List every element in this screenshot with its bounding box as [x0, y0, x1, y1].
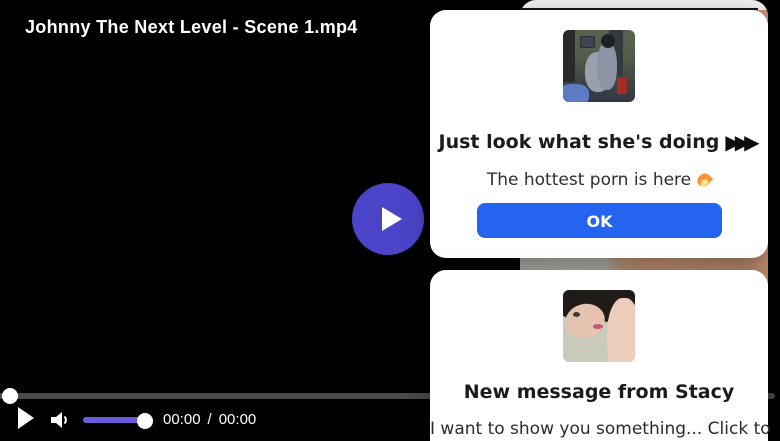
forward-arrows-icon: ▶▶▶: [725, 130, 759, 154]
volume-icon[interactable]: [51, 411, 71, 429]
play-icon[interactable]: [18, 407, 34, 429]
seek-handle[interactable]: [2, 388, 18, 404]
fire-icon: [694, 170, 714, 189]
time-display: 00:00 / 00:00: [163, 411, 256, 428]
ad-top-subtitle: The hottest porn is here: [430, 170, 768, 190]
ok-button[interactable]: OK: [477, 203, 722, 238]
current-time: 00:00: [163, 411, 201, 428]
ad-top-title: Just look what she's doing ▶▶▶: [430, 130, 768, 154]
volume-handle[interactable]: [137, 413, 153, 429]
video-title: Johnny The Next Level - Scene 1.mp4: [25, 17, 358, 37]
video-player-page: Johnny The Next Level - Scene 1.mp4 00:0…: [0, 0, 780, 441]
ad-popup-top[interactable]: Just look what she's doing ▶▶▶ The hotte…: [430, 10, 768, 258]
duration: 00:00: [218, 411, 257, 428]
ad-popup-bottom[interactable]: New message from Stacy I want to show yo…: [430, 270, 771, 441]
big-play-button[interactable]: [352, 183, 424, 255]
ad-bottom-body: I want to show you something... Click to: [430, 419, 771, 439]
play-icon: [382, 207, 402, 231]
webcam-thumbnail-image[interactable]: [563, 30, 635, 102]
stacy-avatar-image[interactable]: [563, 290, 635, 362]
time-separator: /: [207, 411, 212, 428]
ad-bottom-title: New message from Stacy: [463, 381, 735, 403]
volume-slider[interactable]: [83, 417, 143, 423]
